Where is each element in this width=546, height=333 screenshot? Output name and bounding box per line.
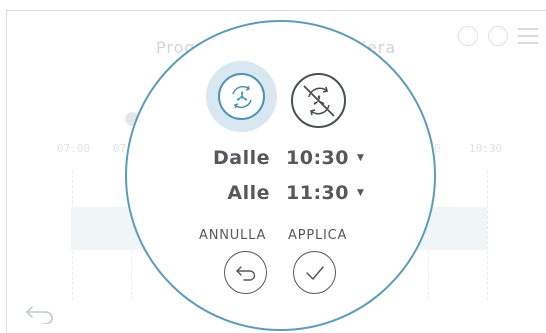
fan-off-button[interactable] [291, 73, 346, 128]
check-icon [305, 265, 324, 280]
top-toolbar [458, 26, 538, 46]
time-tick: 10:30 [469, 142, 503, 155]
to-time-row: Alle 11:30 ▼ [200, 182, 380, 204]
time-tick: 0 [434, 142, 441, 155]
from-label: Dalle [212, 147, 270, 169]
undo-icon [235, 265, 255, 281]
from-time-row: Dalle 10:30 ▼ [200, 147, 380, 169]
filter-icon[interactable] [458, 26, 478, 46]
fan-auto-icon [218, 73, 265, 120]
apply-label: APPLICA [288, 228, 348, 243]
to-time-select[interactable]: 11:30 [286, 182, 349, 204]
chat-icon[interactable] [488, 26, 508, 46]
apply-button[interactable] [293, 251, 336, 294]
grid-line [487, 170, 488, 300]
back-arrow-icon[interactable] [24, 302, 56, 328]
cancel-label: ANNULLA [199, 228, 267, 243]
chevron-down-icon[interactable]: ▼ [357, 153, 364, 163]
screen: Prog liera 07:00 07 0 10:30 Dalle 10:30 … [0, 0, 546, 333]
cancel-button[interactable] [224, 251, 267, 294]
fan-auto-button[interactable] [206, 61, 277, 132]
from-time-select[interactable]: 10:30 [286, 147, 349, 169]
to-label: Alle [227, 182, 270, 204]
fan-off-icon [302, 84, 335, 117]
menu-icon[interactable] [518, 28, 538, 44]
chevron-down-icon[interactable]: ▼ [357, 188, 364, 198]
time-tick: 07 [113, 142, 127, 155]
time-tick: 07:00 [57, 142, 91, 155]
time-range-dialog [125, 20, 436, 331]
